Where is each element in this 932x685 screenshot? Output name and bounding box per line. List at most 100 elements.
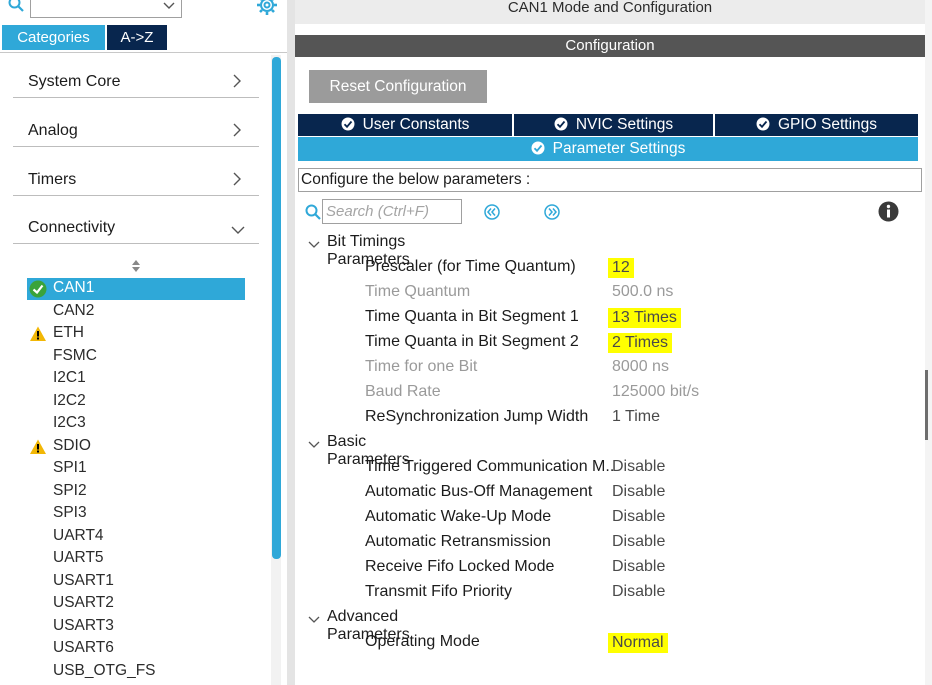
right-scrollbar-thumb[interactable] bbox=[925, 370, 928, 440]
category-timers[interactable]: Timers bbox=[13, 158, 259, 196]
param-row-operating-mode[interactable]: Operating Mode Normal bbox=[300, 632, 900, 654]
category-analog[interactable]: Analog bbox=[13, 109, 259, 147]
param-value[interactable]: Disable bbox=[612, 458, 665, 476]
panel-splitter[interactable] bbox=[287, 0, 295, 685]
next-icon[interactable] bbox=[544, 204, 560, 220]
param-value[interactable]: Disable bbox=[612, 508, 665, 526]
param-value[interactable]: Disable bbox=[612, 483, 665, 501]
param-value[interactable]: Disable bbox=[612, 558, 665, 576]
peripheral-label: ETH bbox=[53, 324, 84, 341]
tab-categories[interactable]: Categories bbox=[2, 25, 105, 50]
param-value[interactable]: 1 Time bbox=[612, 408, 660, 426]
peripheral-item-fsmc[interactable]: FSMC bbox=[27, 346, 245, 368]
tab-gpio-settings[interactable]: GPIO Settings bbox=[715, 114, 918, 136]
param-row-txfp[interactable]: Transmit Fifo Priority Disable bbox=[300, 582, 900, 604]
param-value[interactable]: 12 bbox=[608, 258, 634, 278]
peripheral-item-usb-otg-fs[interactable]: USB_OTG_FS bbox=[27, 661, 245, 683]
reset-configuration-button[interactable]: Reset Configuration bbox=[309, 70, 487, 103]
peripheral-item-usart3[interactable]: USART3 bbox=[27, 616, 245, 638]
peripheral-label: I2C2 bbox=[53, 392, 86, 409]
configuration-bar: Configuration bbox=[295, 35, 925, 57]
param-value: 500.0 ns bbox=[612, 283, 674, 300]
peripheral-label: USB_OTG_FS bbox=[53, 662, 156, 679]
category-connectivity[interactable]: Connectivity bbox=[13, 206, 259, 244]
param-value[interactable]: 2 Times bbox=[608, 333, 673, 353]
chevron-down-icon bbox=[231, 222, 245, 236]
peripheral-label: FSMC bbox=[53, 347, 97, 364]
tab-nvic-settings[interactable]: NVIC Settings bbox=[514, 114, 713, 136]
peripheral-label: CAN2 bbox=[53, 302, 95, 319]
param-value[interactable]: Normal bbox=[608, 633, 668, 653]
param-row-ttcm[interactable]: Time Triggered Communication M.. Disable bbox=[300, 457, 900, 479]
peripheral-label: USART6 bbox=[53, 639, 114, 656]
param-row-sjw[interactable]: ReSynchronization Jump Width 1 Time bbox=[300, 407, 900, 429]
info-icon[interactable] bbox=[878, 201, 899, 222]
peripheral-item-i2c3[interactable]: I2C3 bbox=[27, 413, 245, 435]
peripheral-label: USART1 bbox=[53, 572, 114, 589]
param-value[interactable]: Disable bbox=[612, 533, 665, 551]
tab-label: Parameter Settings bbox=[552, 140, 686, 157]
param-row-baud-rate: Baud Rate 125000 bit/s bbox=[300, 382, 900, 404]
param-row-bit-segment-1[interactable]: Time Quanta in Bit Segment 1 13 Times bbox=[300, 307, 900, 329]
param-row-rflm[interactable]: Receive Fifo Locked Mode Disable bbox=[300, 557, 900, 579]
peripheral-item-i2c2[interactable]: I2C2 bbox=[27, 391, 245, 413]
peripheral-item-spi2[interactable]: SPI2 bbox=[27, 481, 245, 503]
peripheral-item-can2[interactable]: CAN2 bbox=[27, 301, 245, 323]
peripheral-item-spi1[interactable]: SPI1 bbox=[27, 458, 245, 480]
configure-hint: Configure the below parameters : bbox=[298, 168, 922, 192]
warning-icon bbox=[29, 438, 47, 456]
param-row-awum[interactable]: Automatic Wake-Up Mode Disable bbox=[300, 507, 900, 529]
tab-label: GPIO Settings bbox=[777, 116, 878, 133]
param-value: 125000 bit/s bbox=[612, 383, 700, 400]
left-scrollbar-thumb[interactable] bbox=[272, 57, 281, 559]
param-row-auto-retransmission[interactable]: Automatic Retransmission Disable bbox=[300, 532, 900, 554]
param-name: Time for one Bit bbox=[365, 358, 478, 375]
sort-icon[interactable] bbox=[130, 259, 142, 273]
tab-parameter-settings[interactable]: Parameter Settings bbox=[298, 137, 918, 161]
category-label: Connectivity bbox=[28, 219, 116, 236]
param-value[interactable]: Disable bbox=[612, 583, 665, 601]
peripheral-label: CAN1 bbox=[53, 279, 95, 296]
param-value: 8000 ns bbox=[612, 358, 669, 375]
right-scrollbar-track[interactable] bbox=[925, 0, 932, 685]
param-name: Transmit Fifo Priority bbox=[365, 583, 512, 600]
chevron-right-icon bbox=[231, 172, 243, 186]
peripheral-item-sdio[interactable]: SDIO bbox=[27, 436, 245, 458]
chevron-down-icon bbox=[308, 612, 320, 623]
param-row-abom[interactable]: Automatic Bus-Off Management Disable bbox=[300, 482, 900, 504]
peripheral-label: UART4 bbox=[53, 527, 104, 544]
peripheral-label: SPI1 bbox=[53, 459, 87, 476]
tab-a-to-z[interactable]: A->Z bbox=[107, 25, 167, 50]
peripheral-label: SDIO bbox=[53, 437, 91, 454]
parameter-search-input[interactable] bbox=[322, 199, 462, 224]
peripheral-item-usart2[interactable]: USART2 bbox=[27, 593, 245, 615]
peripheral-label: I2C1 bbox=[53, 369, 86, 386]
param-row-bit-segment-2[interactable]: Time Quanta in Bit Segment 2 2 Times bbox=[300, 332, 900, 354]
check-circle-icon bbox=[554, 116, 568, 131]
peripheral-label: UART5 bbox=[53, 549, 104, 566]
search-icon[interactable] bbox=[8, 0, 24, 12]
gear-icon[interactable] bbox=[256, 0, 278, 16]
peripheral-item-usart1[interactable]: USART1 bbox=[27, 571, 245, 593]
tab-user-constants[interactable]: User Constants bbox=[298, 114, 512, 136]
peripheral-item-usart6[interactable]: USART6 bbox=[27, 638, 245, 660]
peripheral-item-uart4[interactable]: UART4 bbox=[27, 526, 245, 548]
check-circle-icon bbox=[756, 116, 770, 131]
param-name: Time Quanta in Bit Segment 2 bbox=[365, 333, 579, 350]
category-system-core[interactable]: System Core bbox=[13, 60, 259, 98]
param-row-prescaler[interactable]: Prescaler (for Time Quantum) 12 bbox=[300, 257, 900, 279]
category-label: Analog bbox=[28, 122, 78, 139]
param-row-time-for-one-bit: Time for one Bit 8000 ns bbox=[300, 357, 900, 379]
previous-icon[interactable] bbox=[484, 204, 500, 220]
peripheral-item-eth[interactable]: ETH bbox=[27, 323, 245, 345]
chevron-right-icon bbox=[231, 123, 243, 137]
chevron-down-icon[interactable] bbox=[160, 0, 178, 14]
peripheral-item-uart5[interactable]: UART5 bbox=[27, 548, 245, 570]
peripheral-item-can1[interactable]: CAN1 bbox=[27, 278, 245, 300]
check-circle-icon bbox=[341, 116, 355, 131]
search-icon bbox=[305, 204, 321, 220]
param-value[interactable]: 13 Times bbox=[608, 308, 681, 328]
peripheral-item-i2c1[interactable]: I2C1 bbox=[27, 368, 245, 390]
peripheral-item-spi3[interactable]: SPI3 bbox=[27, 503, 245, 525]
param-name: Operating Mode bbox=[365, 633, 480, 650]
